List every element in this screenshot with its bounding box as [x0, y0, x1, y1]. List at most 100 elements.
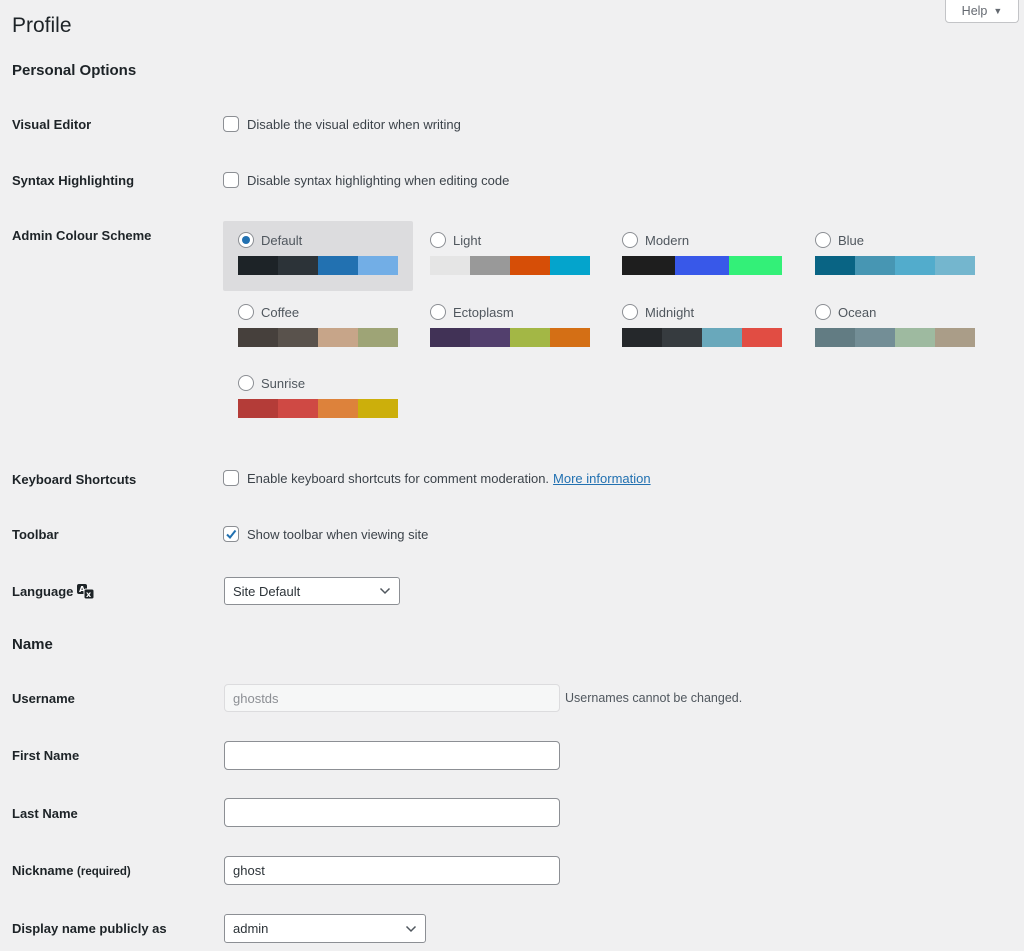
colour-swatch — [662, 328, 702, 347]
toolbar-label: Toolbar — [12, 527, 59, 542]
checkmark-icon — [226, 529, 237, 540]
colour-scheme-name: Coffee — [261, 304, 300, 320]
keyboard-shortcuts-option: Enable keyboard shortcuts for comment mo… — [223, 470, 651, 486]
syntax-highlighting-text: Disable syntax highlighting when editing… — [247, 172, 510, 188]
colour-scheme-midnight[interactable]: Midnight — [607, 293, 797, 363]
colour-swatch — [470, 256, 510, 275]
visual-editor-label: Visual Editor — [12, 117, 92, 132]
colour-scheme-name: Midnight — [645, 304, 695, 320]
colour-scheme-radio[interactable] — [815, 232, 831, 248]
colour-scheme-blue[interactable]: Blue — [800, 221, 990, 291]
required-indicator: (required) — [77, 866, 131, 878]
nickname-value: ghost — [233, 863, 265, 878]
colour-swatch — [510, 256, 550, 275]
colour-scheme-header: Midnight — [622, 304, 782, 320]
nickname-input[interactable]: ghost — [224, 856, 560, 885]
triangle-down-icon: ▼ — [993, 6, 1003, 16]
keyboard-shortcuts-checkbox[interactable] — [223, 470, 239, 486]
colour-swatch — [622, 256, 676, 275]
username-label: Username — [12, 691, 75, 706]
colour-scheme-radio[interactable] — [238, 232, 254, 248]
colour-swatch — [238, 399, 278, 418]
colour-scheme-ocean[interactable]: Ocean — [800, 293, 990, 363]
colour-swatch — [855, 328, 895, 347]
colour-swatch — [278, 399, 318, 418]
colour-swatch — [855, 256, 895, 275]
keyboard-shortcuts-text: Enable keyboard shortcuts for comment mo… — [247, 470, 550, 486]
colour-scheme-coffee[interactable]: Coffee — [223, 293, 413, 363]
colour-scheme-sunrise[interactable]: Sunrise — [223, 364, 413, 434]
colour-swatch — [318, 256, 358, 275]
colour-swatch — [728, 256, 782, 275]
colour-swatches — [622, 256, 782, 275]
colour-swatches — [238, 399, 398, 418]
colour-scheme-radio[interactable] — [622, 232, 638, 248]
colour-swatch — [935, 328, 975, 347]
language-label-text: Language — [12, 583, 74, 599]
colour-swatch — [895, 328, 935, 347]
colour-scheme-header: Sunrise — [238, 375, 398, 391]
colour-scheme-name: Ocean — [838, 304, 877, 320]
translation-icon: A x — [77, 584, 95, 599]
chevron-down-icon — [405, 925, 417, 932]
colour-swatch — [815, 328, 855, 347]
colour-scheme-header: Default — [238, 232, 398, 248]
colour-scheme-name: Default — [261, 232, 303, 248]
admin-colour-scheme-label: Admin Colour Scheme — [12, 228, 152, 243]
toolbar-text: Show toolbar when viewing site — [247, 526, 429, 542]
radio-selected-dot — [242, 236, 250, 244]
colour-scheme-modern[interactable]: Modern — [607, 221, 797, 291]
colour-swatch — [430, 328, 470, 347]
colour-swatch — [470, 328, 510, 347]
colour-scheme-radio[interactable] — [430, 304, 446, 320]
colour-swatch — [815, 256, 855, 275]
colour-swatch — [550, 256, 590, 275]
more-information-link[interactable]: More information — [553, 471, 651, 486]
syntax-highlighting-checkbox[interactable] — [223, 172, 239, 188]
nickname-label: Nickname (required) — [12, 863, 131, 878]
language-select-value: Site Default — [233, 583, 301, 599]
colour-scheme-radio[interactable] — [430, 232, 446, 248]
colour-swatch — [238, 256, 278, 275]
first-name-input[interactable] — [224, 741, 560, 770]
colour-scheme-name: Light — [453, 232, 482, 248]
colour-scheme-name: Modern — [645, 232, 690, 248]
toolbar-checkbox[interactable] — [223, 526, 239, 542]
colour-scheme-ectoplasm[interactable]: Ectoplasm — [415, 293, 605, 363]
colour-swatches — [815, 328, 975, 347]
colour-scheme-radio[interactable] — [622, 304, 638, 320]
syntax-highlighting-label: Syntax Highlighting — [12, 173, 135, 188]
username-input: ghostds — [224, 684, 560, 712]
toolbar-option[interactable]: Show toolbar when viewing site — [223, 526, 428, 542]
language-select[interactable]: Site Default — [224, 577, 400, 605]
colour-scheme-radio[interactable] — [815, 304, 831, 320]
colour-swatch — [550, 328, 590, 347]
visual-editor-checkbox[interactable] — [223, 116, 239, 132]
last-name-input[interactable] — [224, 798, 560, 827]
last-name-label: Last Name — [12, 806, 78, 821]
visual-editor-text: Disable the visual editor when writing — [247, 116, 461, 132]
colour-scheme-default[interactable]: Default — [223, 221, 413, 291]
help-button[interactable]: Help ▼ — [945, 0, 1019, 23]
colour-scheme-radio[interactable] — [238, 304, 254, 320]
colour-swatch — [358, 399, 398, 418]
display-name-select[interactable]: admin — [224, 914, 426, 943]
syntax-highlighting-option[interactable]: Disable syntax highlighting when editing… — [223, 172, 509, 188]
colour-scheme-light[interactable]: Light — [415, 221, 605, 291]
colour-swatch — [622, 328, 662, 347]
display-name-value: admin — [233, 921, 269, 936]
colour-scheme-name: Sunrise — [261, 375, 306, 391]
colour-swatch — [510, 328, 550, 347]
visual-editor-option[interactable]: Disable the visual editor when writing — [223, 116, 461, 132]
colour-swatch — [935, 256, 975, 275]
colour-swatch — [358, 256, 398, 275]
colour-swatch — [278, 256, 318, 275]
username-value: ghostds — [233, 690, 279, 706]
language-label: Language A x — [12, 583, 95, 599]
colour-swatch — [358, 328, 398, 347]
colour-scheme-radio[interactable] — [238, 375, 254, 391]
first-name-label: First Name — [12, 748, 80, 763]
svg-text:x: x — [86, 590, 92, 599]
colour-scheme-header: Blue — [815, 232, 975, 248]
colour-scheme-header: Modern — [622, 232, 782, 248]
